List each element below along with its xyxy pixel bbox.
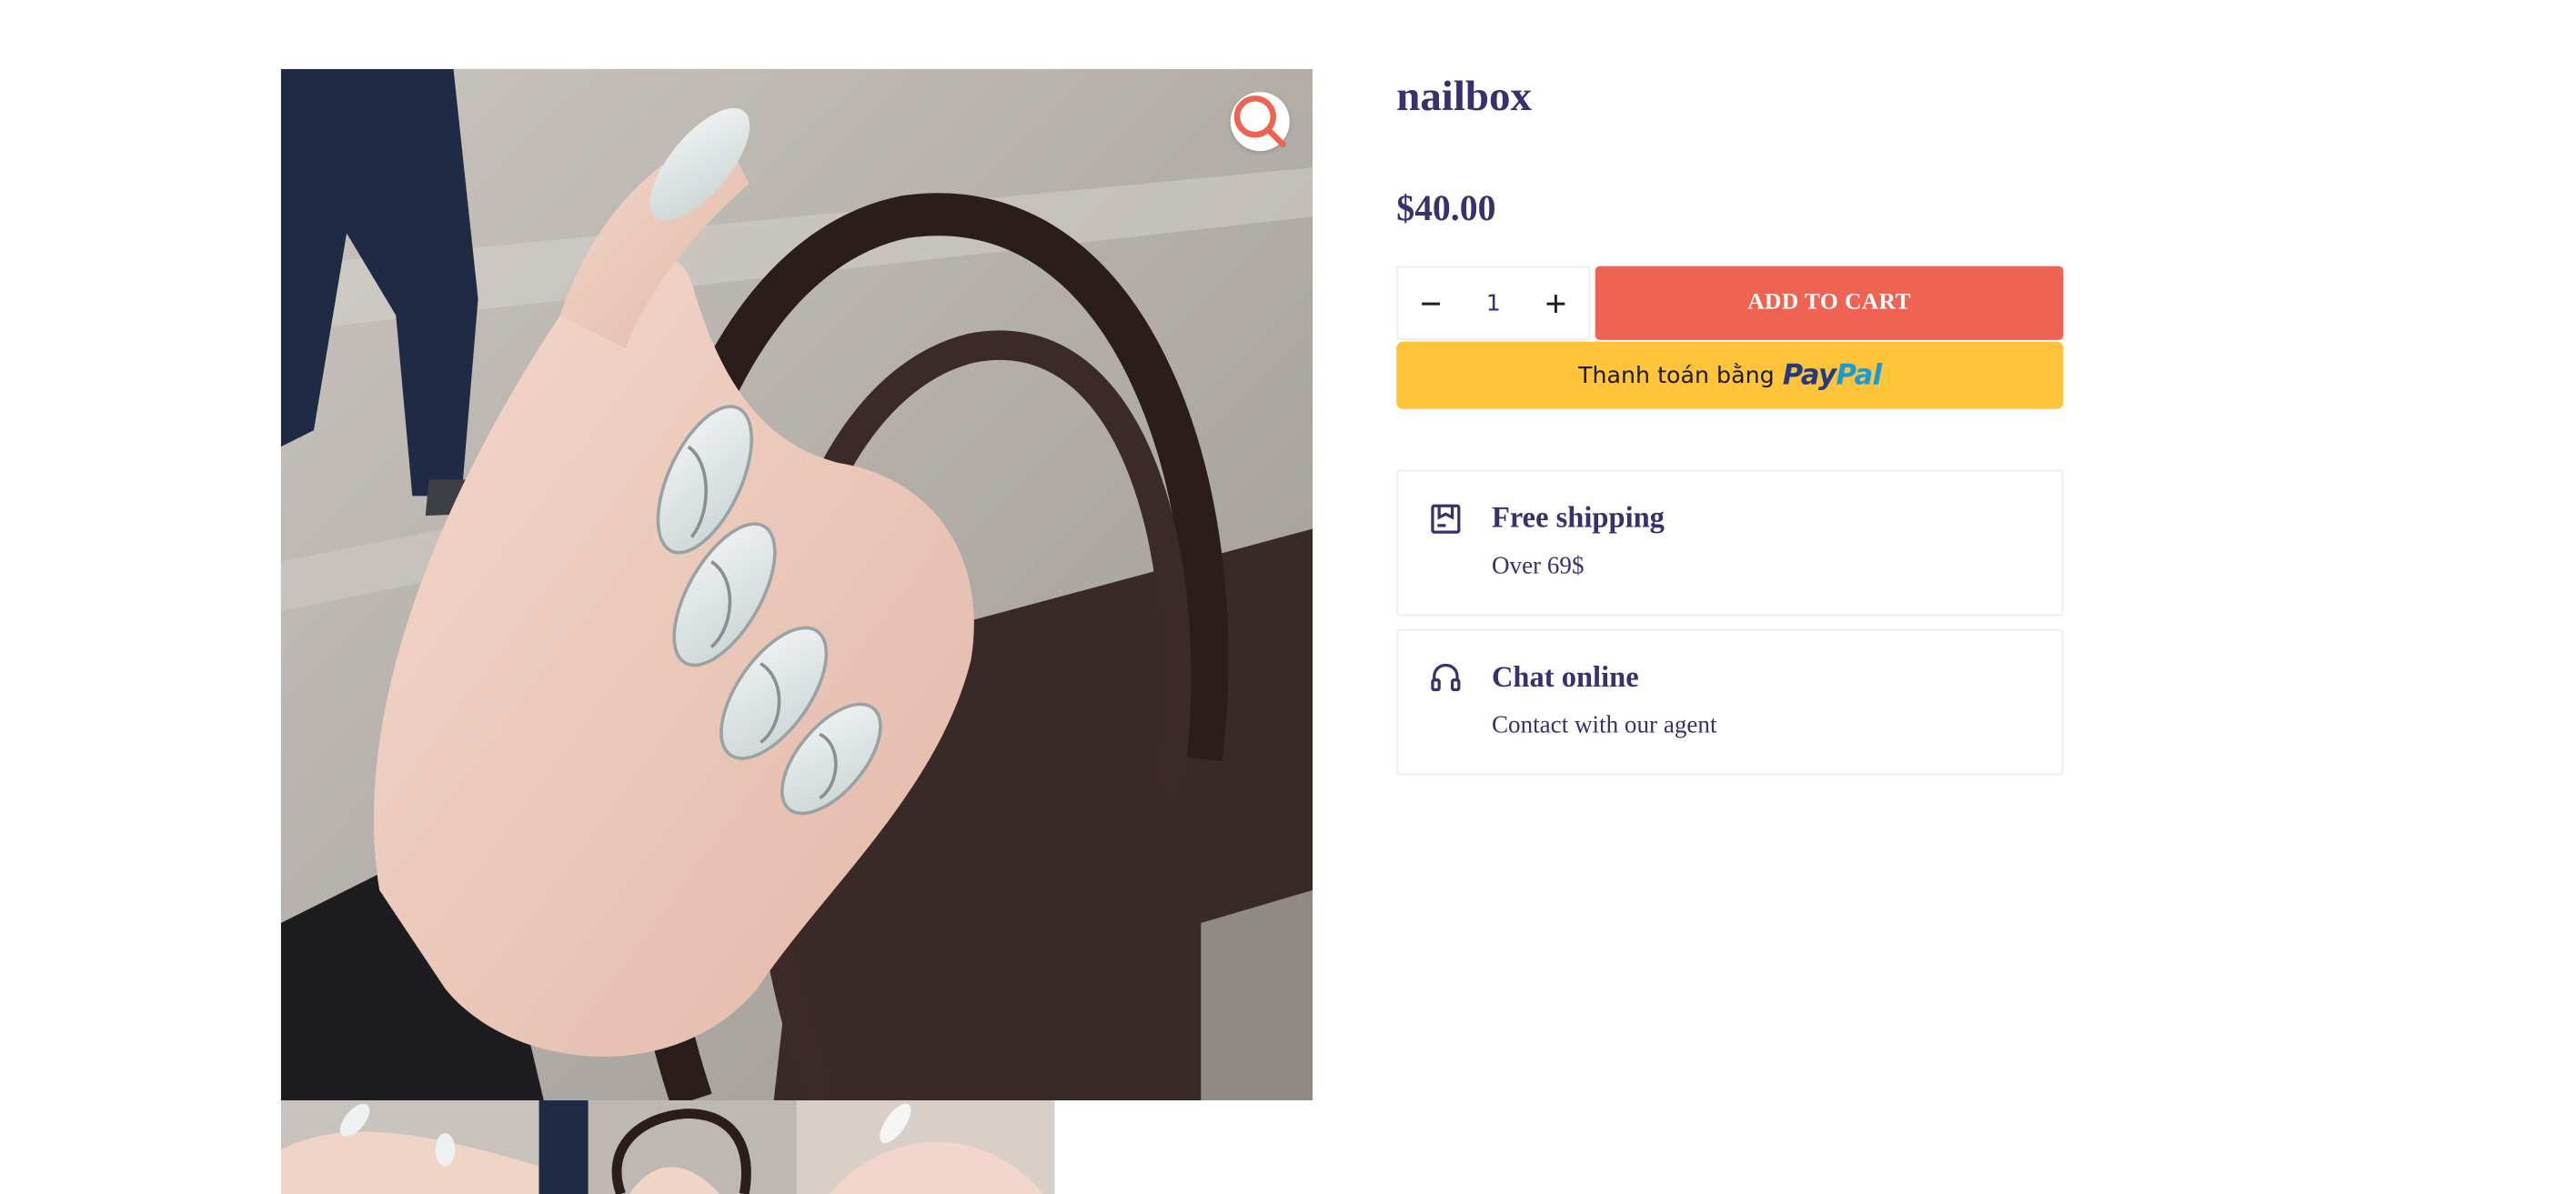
headset-icon — [1431, 663, 1461, 692]
thumbnail-image — [280, 1100, 539, 1194]
paypal-button[interactable]: Thanh toán bằng PayPal — [1396, 341, 2064, 409]
plus-icon — [1546, 294, 1565, 313]
feature-chat-online: Chat online Contact with our agent — [1396, 628, 2064, 776]
thumbnail-3[interactable] — [796, 1100, 1055, 1194]
product-summary: nailbox $40.00 ADD TO CART — [1396, 69, 2064, 776]
thumbnail-2[interactable] — [538, 1100, 797, 1194]
shipping-box-icon — [1431, 504, 1461, 534]
thumbnail-strip — [280, 1100, 1055, 1194]
feature-title: Chat online — [1491, 660, 1639, 694]
paypal-logo-pal: Pal — [1836, 358, 1882, 392]
product-title: nailbox — [1396, 72, 1532, 120]
search-icon — [1233, 95, 1286, 148]
paypal-label: Thanh toán bằng — [1578, 362, 1775, 389]
feature-free-shipping: Free shipping Over 69$ — [1396, 469, 2064, 617]
decrease-quantity-button[interactable] — [1414, 286, 1447, 319]
feature-subtitle: Over 69$ — [1491, 553, 1585, 580]
quantity-input[interactable] — [1460, 289, 1526, 316]
zoom-button[interactable] — [1230, 92, 1290, 152]
product-price: $40.00 — [1396, 186, 1496, 229]
paypal-logo: PayPal — [1783, 359, 1882, 392]
product-photo — [280, 68, 1313, 1101]
increase-quantity-button[interactable] — [1539, 286, 1572, 319]
minus-icon — [1422, 301, 1441, 305]
add-to-cart-button[interactable]: ADD TO CART — [1595, 266, 2064, 340]
thumbnail-1[interactable] — [280, 1100, 539, 1194]
add-to-cart-form: ADD TO CART — [1396, 266, 2064, 340]
main-product-image[interactable] — [280, 68, 1313, 1101]
thumbnail-image — [538, 1100, 797, 1194]
thumbnail-image — [796, 1100, 1055, 1194]
feature-subtitle: Contact with our agent — [1491, 712, 1717, 739]
quantity-stepper — [1396, 266, 1591, 340]
feature-title: Free shipping — [1491, 500, 1665, 534]
paypal-logo-pay: Pay — [1782, 358, 1836, 392]
